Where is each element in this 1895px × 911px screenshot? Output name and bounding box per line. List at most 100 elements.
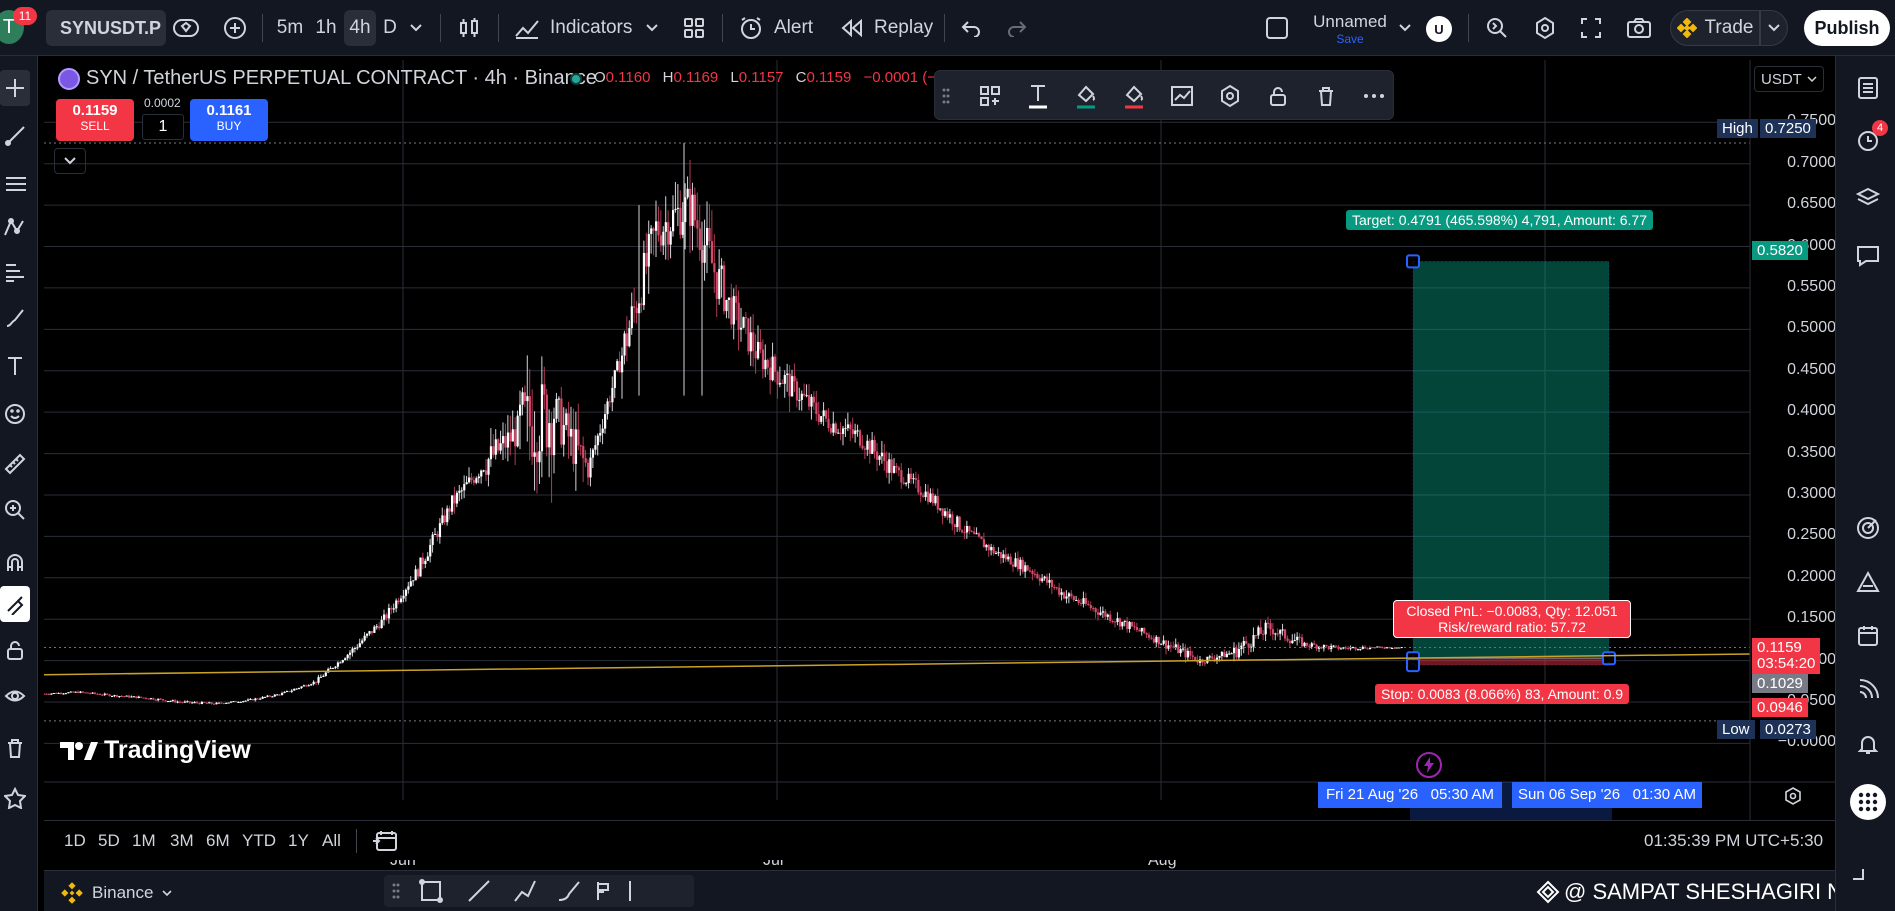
hotlists-target-icon[interactable]	[1850, 510, 1886, 546]
object-tree-layers-icon[interactable]	[1850, 180, 1886, 216]
layout-chevron-icon[interactable]	[1394, 10, 1416, 46]
chat-icon[interactable]	[1850, 238, 1886, 274]
ideas-triangle-icon[interactable]	[1850, 564, 1886, 600]
range-1m[interactable]: 1M	[132, 831, 156, 851]
interval-1h[interactable]: 1h	[310, 10, 342, 46]
stop-label[interactable]: Stop: 0.0083 (8.066%) 83, Amount: 0.9	[1375, 684, 1630, 704]
interval-d[interactable]: D	[378, 10, 402, 46]
candle-body	[601, 428, 604, 433]
lock-icon[interactable]	[1261, 79, 1295, 113]
ruler-measure-icon[interactable]	[0, 446, 30, 482]
sell-button[interactable]: 0.1159 SELL	[56, 99, 134, 141]
line-color-icon[interactable]	[1117, 79, 1151, 113]
text-tool-icon[interactable]	[0, 348, 30, 384]
camera-snapshot-icon[interactable]	[1622, 10, 1656, 46]
trend-line-tool-icon[interactable]	[0, 118, 30, 154]
object-settings-icon[interactable]	[1213, 79, 1247, 113]
settings-gear-icon[interactable]	[1528, 10, 1562, 46]
notifications-bell-icon[interactable]	[1850, 726, 1886, 762]
quick-search-icon[interactable]	[1480, 10, 1514, 46]
target-label[interactable]: Target: 0.4791 (465.598%) 4,791, Amount:…	[1346, 210, 1653, 230]
candle-body	[312, 681, 315, 685]
interval-4h[interactable]: 4h	[344, 10, 376, 46]
legend-collapse-button[interactable]	[54, 148, 86, 174]
buy-button[interactable]: 0.1161 BUY	[190, 99, 268, 141]
candle-body	[128, 695, 131, 698]
path-tool-icon[interactable]	[512, 878, 538, 904]
trash-icon[interactable]	[1309, 79, 1343, 113]
interval-5m[interactable]: 5m	[272, 10, 308, 46]
chart-symbol-title[interactable]: SYN / TetherUS PERPETUAL CONTRACT · 4h ·…	[86, 67, 597, 90]
candle-body	[973, 531, 976, 534]
drag-handle-icon[interactable]	[392, 881, 400, 901]
redo-icon[interactable]	[1000, 10, 1034, 46]
streams-broadcast-icon[interactable]	[1850, 672, 1886, 708]
watchlist-icon[interactable]	[1850, 70, 1886, 106]
range-1d[interactable]: 1D	[64, 831, 86, 851]
emoji-tool-icon[interactable]	[0, 396, 30, 432]
range-3m[interactable]: 3M	[170, 831, 194, 851]
resize-corner-icon[interactable]	[1840, 856, 1876, 892]
user-menu-avatar[interactable]: U	[1426, 16, 1452, 42]
pnl-label[interactable]: Closed PnL: −0.0083, Qty: 12.051 Risk/re…	[1393, 600, 1631, 638]
layout-checkbox[interactable]	[1262, 10, 1292, 46]
long-position-tool-icon[interactable]	[594, 878, 620, 904]
trade-chevron-icon[interactable]	[1760, 10, 1788, 46]
undo-icon[interactable]	[954, 10, 988, 46]
crosshair-tool-icon[interactable]	[0, 70, 30, 106]
text-style-icon[interactable]	[1021, 79, 1055, 113]
more-options-icon[interactable]	[1357, 79, 1391, 113]
symbol-info-icon[interactable]	[168, 10, 204, 46]
forecasting-tool-icon[interactable]	[0, 254, 30, 290]
axis-settings-icon[interactable]	[1784, 787, 1804, 807]
brush-tool-icon[interactable]	[556, 878, 582, 904]
apps-grid-icon[interactable]	[1850, 784, 1886, 820]
fullscreen-icon[interactable]	[1574, 10, 1608, 46]
chart-pane[interactable]: SYN / TetherUS PERPETUAL CONTRACT · 4h ·…	[44, 60, 1836, 869]
trade-button[interactable]: Trade	[1670, 10, 1760, 46]
alert-button[interactable]: Alert	[734, 10, 824, 46]
publish-button[interactable]: Publish	[1804, 10, 1890, 46]
clock-timezone[interactable]: 01:35:39 PM UTC+5:30	[1644, 831, 1823, 851]
pattern-tool-icon[interactable]	[0, 210, 30, 246]
range-1y[interactable]: 1Y	[288, 831, 309, 851]
price-chart[interactable]	[44, 60, 1835, 820]
indicators-chevron-icon[interactable]	[640, 10, 664, 46]
candle-body	[215, 702, 218, 705]
compare-symbol-button[interactable]	[218, 10, 252, 46]
flash-icon[interactable]	[1416, 752, 1442, 778]
vertical-line-tool-icon[interactable]	[620, 878, 640, 904]
calendar-icon[interactable]	[1850, 618, 1886, 654]
lock-drawings-icon[interactable]	[0, 586, 30, 622]
go-to-date-icon[interactable]	[372, 829, 398, 858]
drag-handle-icon[interactable]	[937, 79, 955, 113]
symbol-search-button[interactable]: SYNUSDT.P	[46, 10, 166, 46]
range-6m[interactable]: 6M	[206, 831, 230, 851]
fill-color-icon[interactable]	[1069, 79, 1103, 113]
drawings-lock-icon[interactable]	[0, 632, 30, 668]
indicators-button[interactable]: Indicators	[510, 10, 660, 46]
line-tool-icon[interactable]	[466, 878, 492, 904]
chevron-down-icon[interactable]	[404, 10, 428, 46]
range-5d[interactable]: 5D	[98, 831, 120, 851]
brush-tool-icon[interactable]	[0, 300, 30, 336]
replay-button[interactable]: Replay	[836, 10, 936, 46]
layouts-grid-icon[interactable]	[676, 10, 712, 46]
magnet-mode-icon[interactable]	[0, 544, 30, 580]
quantity-input[interactable]: 1	[142, 114, 184, 140]
rectangle-tool-icon[interactable]	[418, 878, 444, 904]
remove-drawings-icon[interactable]	[0, 730, 30, 766]
settings-chart-icon[interactable]	[1165, 79, 1199, 113]
layout-name[interactable]: Unnamed Save	[1300, 12, 1400, 46]
template-icon[interactable]	[973, 79, 1007, 113]
currency-selector[interactable]: USDT	[1754, 66, 1824, 92]
range-ytd[interactable]: YTD	[242, 831, 276, 851]
fib-retracement-tool-icon[interactable]	[0, 166, 30, 202]
favorites-star-icon[interactable]	[0, 780, 30, 816]
hide-drawings-icon[interactable]	[0, 678, 30, 714]
chart-type-candles-icon[interactable]	[452, 10, 486, 46]
candle-body	[837, 432, 840, 434]
zoom-in-icon[interactable]	[0, 492, 30, 528]
range-all[interactable]: All	[322, 831, 341, 851]
exchange-selector[interactable]: Binance	[60, 881, 173, 905]
